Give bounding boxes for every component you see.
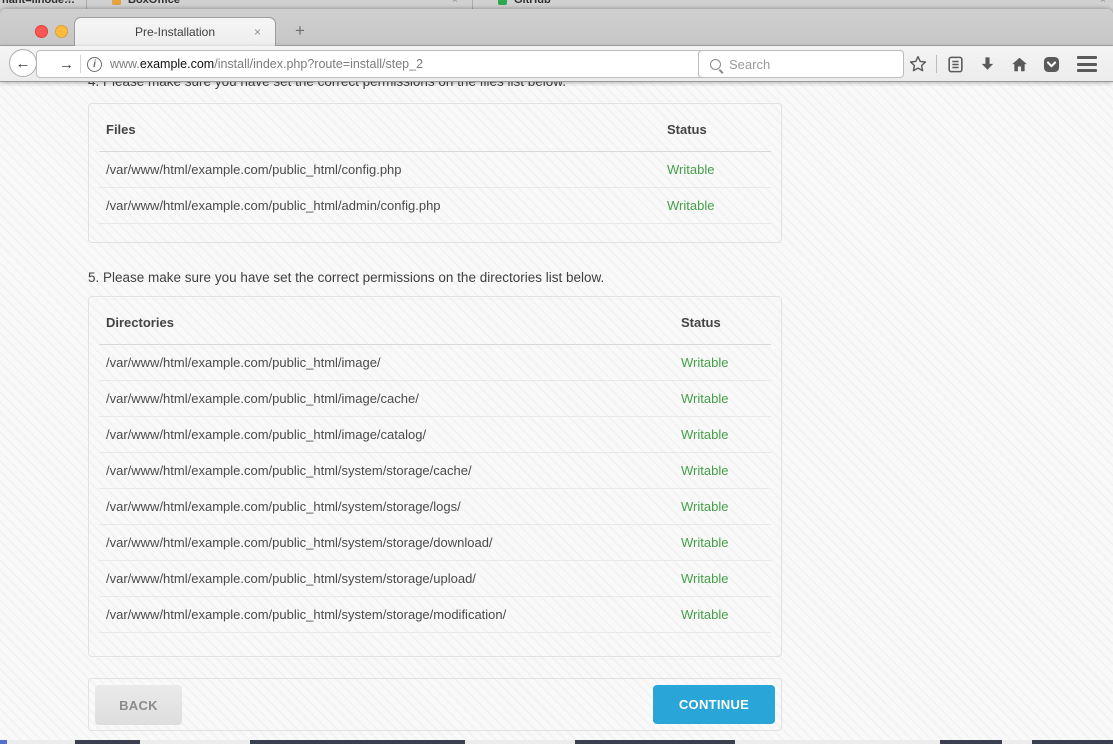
background-tab-close-icon: × bbox=[66, 0, 72, 6]
window-minimize-button[interactable] bbox=[55, 25, 68, 38]
tab-pre-installation[interactable]: Pre-Installation × bbox=[74, 17, 276, 46]
background-tab-close-icon: × bbox=[1100, 0, 1106, 6]
directories-instruction: 5. Please make sure you have set the cor… bbox=[88, 270, 604, 285]
directory-path: /var/www/html/example.com/public_html/sy… bbox=[106, 499, 681, 514]
tab-title: Pre-Installation bbox=[135, 25, 215, 39]
file-status: Writable bbox=[667, 198, 764, 213]
background-tab-label: GitHub bbox=[514, 0, 551, 6]
directory-row: /var/www/html/example.com/public_html/sy… bbox=[99, 561, 771, 597]
status-column-header: Status bbox=[667, 122, 764, 137]
directory-path: /var/www/html/example.com/public_html/im… bbox=[106, 355, 681, 370]
directory-row: /var/www/html/example.com/public_html/sy… bbox=[99, 525, 771, 561]
background-window-top-sliver: hant=linode… × BoxOffice × GitHub × bbox=[0, 0, 1113, 9]
directory-status: Writable bbox=[681, 427, 764, 442]
background-window-bottom-sliver bbox=[0, 740, 1113, 744]
bookmark-star-icon[interactable] bbox=[902, 54, 934, 74]
directory-row: /var/www/html/example.com/public_html/im… bbox=[99, 381, 771, 417]
page-viewport: 4. Please make sure you have set the cor… bbox=[0, 82, 1113, 740]
screen: hant=linode… × BoxOffice × GitHub × Pre-… bbox=[0, 0, 1113, 744]
background-tab-label: hant=linode… bbox=[2, 0, 75, 6]
site-info-icon[interactable]: i bbox=[87, 57, 102, 72]
background-tab-close-icon: × bbox=[452, 0, 458, 6]
browser-window: Pre-Installation × + → i www.example.com… bbox=[0, 9, 1113, 740]
toolbar-icons bbox=[902, 46, 1113, 82]
bookmarks-list-icon[interactable] bbox=[939, 55, 971, 74]
directory-path: /var/www/html/example.com/public_html/sy… bbox=[106, 607, 681, 622]
file-status: Writable bbox=[667, 162, 764, 177]
file-path: /var/www/html/example.com/public_html/ad… bbox=[106, 198, 667, 213]
buttons-panel: BACK CONTINUE bbox=[88, 678, 782, 731]
search-icon bbox=[710, 59, 721, 70]
directory-row: /var/www/html/example.com/public_html/sy… bbox=[99, 489, 771, 525]
directory-status: Writable bbox=[681, 391, 764, 406]
forward-button[interactable]: → bbox=[59, 56, 74, 73]
tab-bar: Pre-Installation × + bbox=[0, 9, 1113, 46]
directory-path: /var/www/html/example.com/public_html/sy… bbox=[106, 535, 681, 550]
directory-row: /var/www/html/example.com/public_html/im… bbox=[99, 417, 771, 453]
downloads-icon[interactable] bbox=[971, 55, 1003, 74]
file-row: /var/www/html/example.com/public_html/ad… bbox=[99, 188, 771, 224]
file-path: /var/www/html/example.com/public_html/co… bbox=[106, 162, 667, 177]
directory-status: Writable bbox=[681, 355, 764, 370]
continue-button[interactable]: CONTINUE bbox=[653, 685, 775, 724]
directory-path: /var/www/html/example.com/public_html/sy… bbox=[106, 571, 681, 586]
search-input[interactable] bbox=[729, 57, 889, 72]
directory-row: /var/www/html/example.com/public_html/im… bbox=[99, 345, 771, 381]
files-instruction: 4. Please make sure you have set the cor… bbox=[88, 82, 566, 89]
background-tab-label: BoxOffice bbox=[128, 0, 180, 6]
new-tab-button[interactable]: + bbox=[288, 19, 312, 45]
background-tab-favicon bbox=[112, 0, 121, 5]
files-column-header: Files bbox=[106, 122, 667, 137]
directory-row: /var/www/html/example.com/public_html/sy… bbox=[99, 597, 771, 633]
directory-status: Writable bbox=[681, 463, 764, 478]
directory-row: /var/www/html/example.com/public_html/sy… bbox=[99, 453, 771, 489]
search-bar[interactable] bbox=[698, 50, 904, 78]
files-panel: Files Status /var/www/html/example.com/p… bbox=[88, 103, 782, 243]
back-step-button[interactable]: BACK bbox=[95, 685, 182, 725]
directories-panel: Directories Status /var/www/html/example… bbox=[88, 296, 782, 657]
directories-column-header: Directories bbox=[106, 315, 681, 330]
window-close-button[interactable] bbox=[35, 25, 48, 38]
background-tab-favicon bbox=[498, 0, 507, 5]
url-bar[interactable]: → i www.example.com/install/index.php?ro… bbox=[36, 50, 747, 78]
menu-icon[interactable] bbox=[1067, 56, 1107, 72]
back-button[interactable]: ← bbox=[9, 49, 37, 77]
directory-status: Writable bbox=[681, 571, 764, 586]
navigation-toolbar: → i www.example.com/install/index.php?ro… bbox=[0, 46, 1113, 82]
directory-path: /var/www/html/example.com/public_html/sy… bbox=[106, 463, 681, 478]
status-column-header: Status bbox=[681, 315, 764, 330]
file-row: /var/www/html/example.com/public_html/co… bbox=[99, 152, 771, 188]
directory-path: /var/www/html/example.com/public_html/im… bbox=[106, 391, 681, 406]
pocket-icon[interactable] bbox=[1035, 55, 1067, 74]
tab-close-icon[interactable]: × bbox=[254, 25, 261, 39]
home-icon[interactable] bbox=[1003, 55, 1035, 74]
directory-path: /var/www/html/example.com/public_html/im… bbox=[106, 427, 681, 442]
directory-status: Writable bbox=[681, 499, 764, 514]
directory-status: Writable bbox=[681, 535, 764, 550]
url-text[interactable]: www.example.com/install/index.php?route=… bbox=[110, 57, 710, 71]
directory-status: Writable bbox=[681, 607, 764, 622]
